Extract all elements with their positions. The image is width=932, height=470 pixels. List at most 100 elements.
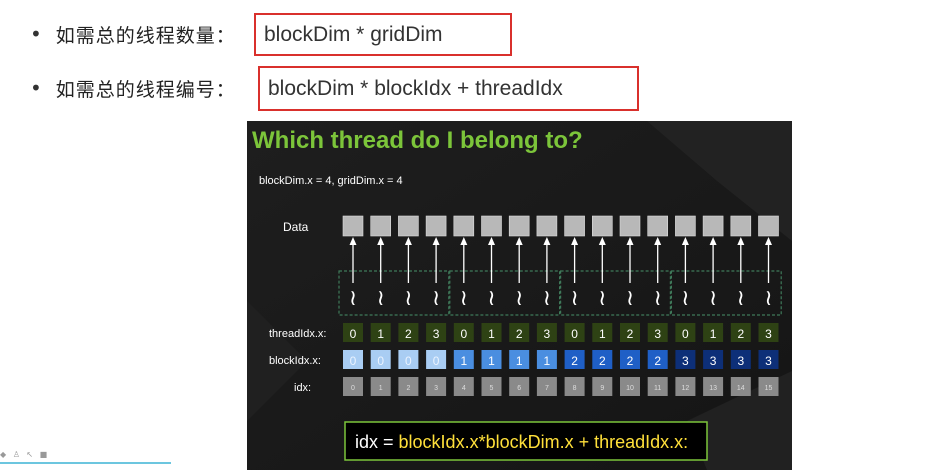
thread-glyph: ≀ [432, 286, 440, 311]
thread-glyph: ≀ [515, 286, 523, 311]
threadidx-value: 0 [350, 327, 357, 341]
blockidx-value: 1 [460, 354, 467, 368]
blockidx-value: 3 [710, 354, 717, 368]
data-cell [591, 215, 613, 237]
thread-glyph: ≀ [709, 286, 717, 311]
slide-params: blockDim.x = 4, gridDim.x = 4 [259, 175, 403, 187]
thread-glyph: ≀ [543, 286, 551, 311]
blockidx-value: 1 [516, 354, 523, 368]
bullet-label-thread-index: 如需总的线程编号： [55, 78, 236, 101]
idx-row-label: idx: [294, 382, 311, 394]
bullet-row-total-threads: • 如需总的线程数量： [30, 14, 236, 54]
data-cell [453, 215, 475, 237]
data-cell [619, 215, 641, 237]
formula-thread-index: blockDim * blockIdx + threadIdx [268, 76, 563, 100]
blockidx-value: 3 [682, 354, 689, 368]
formula-total-threads: blockDim * gridDim [264, 22, 443, 46]
slide-canvas: Which thread do I belong to? blockDim.x … [247, 121, 792, 470]
bullet-dot: • [30, 22, 42, 46]
thread-glyph: ≀ [598, 286, 606, 311]
thread-glyph: ≀ [570, 286, 578, 311]
idx-value: 10 [626, 385, 634, 392]
data-cell [425, 215, 447, 237]
blockidx-value: 1 [544, 354, 551, 368]
threadidx-value: 2 [516, 327, 523, 341]
data-cell [647, 215, 669, 237]
blockidx-value: 2 [654, 354, 661, 368]
blockidx-value: 0 [433, 354, 440, 368]
data-cell [758, 215, 779, 237]
blockidx-value: 2 [627, 354, 634, 368]
data-cell [536, 215, 558, 237]
data-cell [730, 215, 752, 237]
thread-glyph: ≀ [377, 286, 385, 311]
idx-value: 9 [600, 385, 604, 392]
thread-glyph: ≀ [626, 286, 634, 311]
data-cell [481, 215, 502, 237]
threadidx-value: 2 [737, 327, 744, 341]
blockidx-row-label: blockIdx.x: [269, 355, 321, 367]
data-cell [508, 215, 530, 237]
threadidx-value: 2 [405, 327, 412, 341]
threadidx-value: 3 [654, 327, 661, 341]
threadidx-value: 0 [571, 327, 578, 341]
data-cell [702, 215, 724, 237]
bullet-label-total-threads: 如需总的线程数量： [55, 24, 236, 47]
idx-value: 11 [654, 385, 661, 392]
blockidx-value: 0 [405, 354, 412, 368]
idx-value: 1 [379, 385, 383, 392]
bullet-row-thread-index: • 如需总的线程编号： [30, 68, 236, 108]
thread-glyph: ≀ [349, 286, 357, 311]
idx-value: 4 [462, 385, 466, 392]
thread-glyph: ≀ [737, 286, 745, 311]
blockidx-value: 3 [765, 354, 772, 368]
thread-glyph: ≀ [681, 286, 689, 311]
blockidx-value: 1 [488, 354, 495, 368]
idx-formula-lhs: idx = [355, 432, 399, 452]
idx-value: 12 [682, 385, 690, 392]
threadidx-value: 1 [599, 327, 606, 341]
idx-formula-rhs: blockIdx.x*blockDim.x + threadIdx.x: [399, 432, 689, 452]
threadidx-value: 3 [544, 327, 551, 341]
blockidx-value: 2 [599, 354, 606, 368]
threadidx-value: 0 [682, 327, 689, 341]
idx-value: 15 [765, 385, 773, 392]
blockidx-value: 2 [571, 354, 578, 368]
slide-title: Which thread do I belong to? [252, 127, 583, 154]
threadidx-value: 1 [377, 327, 384, 341]
data-label: Data [283, 220, 309, 234]
thread-glyph: ≀ [764, 286, 772, 311]
idx-value: 14 [737, 385, 745, 392]
threadidx-value: 3 [433, 327, 440, 341]
data-cell [398, 215, 419, 237]
idx-value: 5 [490, 385, 494, 392]
bottom-toolbar-icons[interactable]: ◆ ♙ ↖ ■ [0, 450, 49, 459]
blockidx-value: 3 [737, 354, 744, 368]
formula-box-total-threads: blockDim * gridDim [254, 13, 512, 56]
threadidx-value: 1 [488, 327, 495, 341]
bullet-dot: • [30, 76, 42, 100]
thread-glyph: ≀ [404, 286, 412, 311]
idx-value: 0 [351, 385, 355, 392]
idx-value: 3 [434, 385, 438, 392]
threadidx-row-label: threadIdx.x: [269, 328, 326, 340]
data-cell [342, 215, 364, 237]
blockidx-value: 0 [350, 354, 357, 368]
formula-box-thread-index: blockDim * blockIdx + threadIdx [258, 66, 639, 111]
idx-value: 2 [406, 385, 410, 392]
blockidx-value: 0 [377, 354, 384, 368]
threadidx-value: 0 [460, 327, 467, 341]
idx-value: 8 [573, 385, 577, 392]
thread-glyph: ≀ [654, 286, 662, 311]
data-cell [675, 215, 696, 237]
bottom-accent-line [0, 462, 171, 464]
threadidx-value: 3 [765, 327, 772, 341]
idx-value: 13 [709, 385, 717, 392]
idx-value: 6 [517, 385, 521, 392]
idx-formula: idx = blockIdx.x*blockDim.x + threadIdx.… [355, 432, 688, 452]
data-cell [370, 215, 391, 237]
thread-glyph: ≀ [460, 286, 468, 311]
threadidx-value: 2 [627, 327, 634, 341]
slide-image: Which thread do I belong to? blockDim.x … [247, 121, 792, 470]
thread-glyph: ≀ [487, 286, 495, 311]
